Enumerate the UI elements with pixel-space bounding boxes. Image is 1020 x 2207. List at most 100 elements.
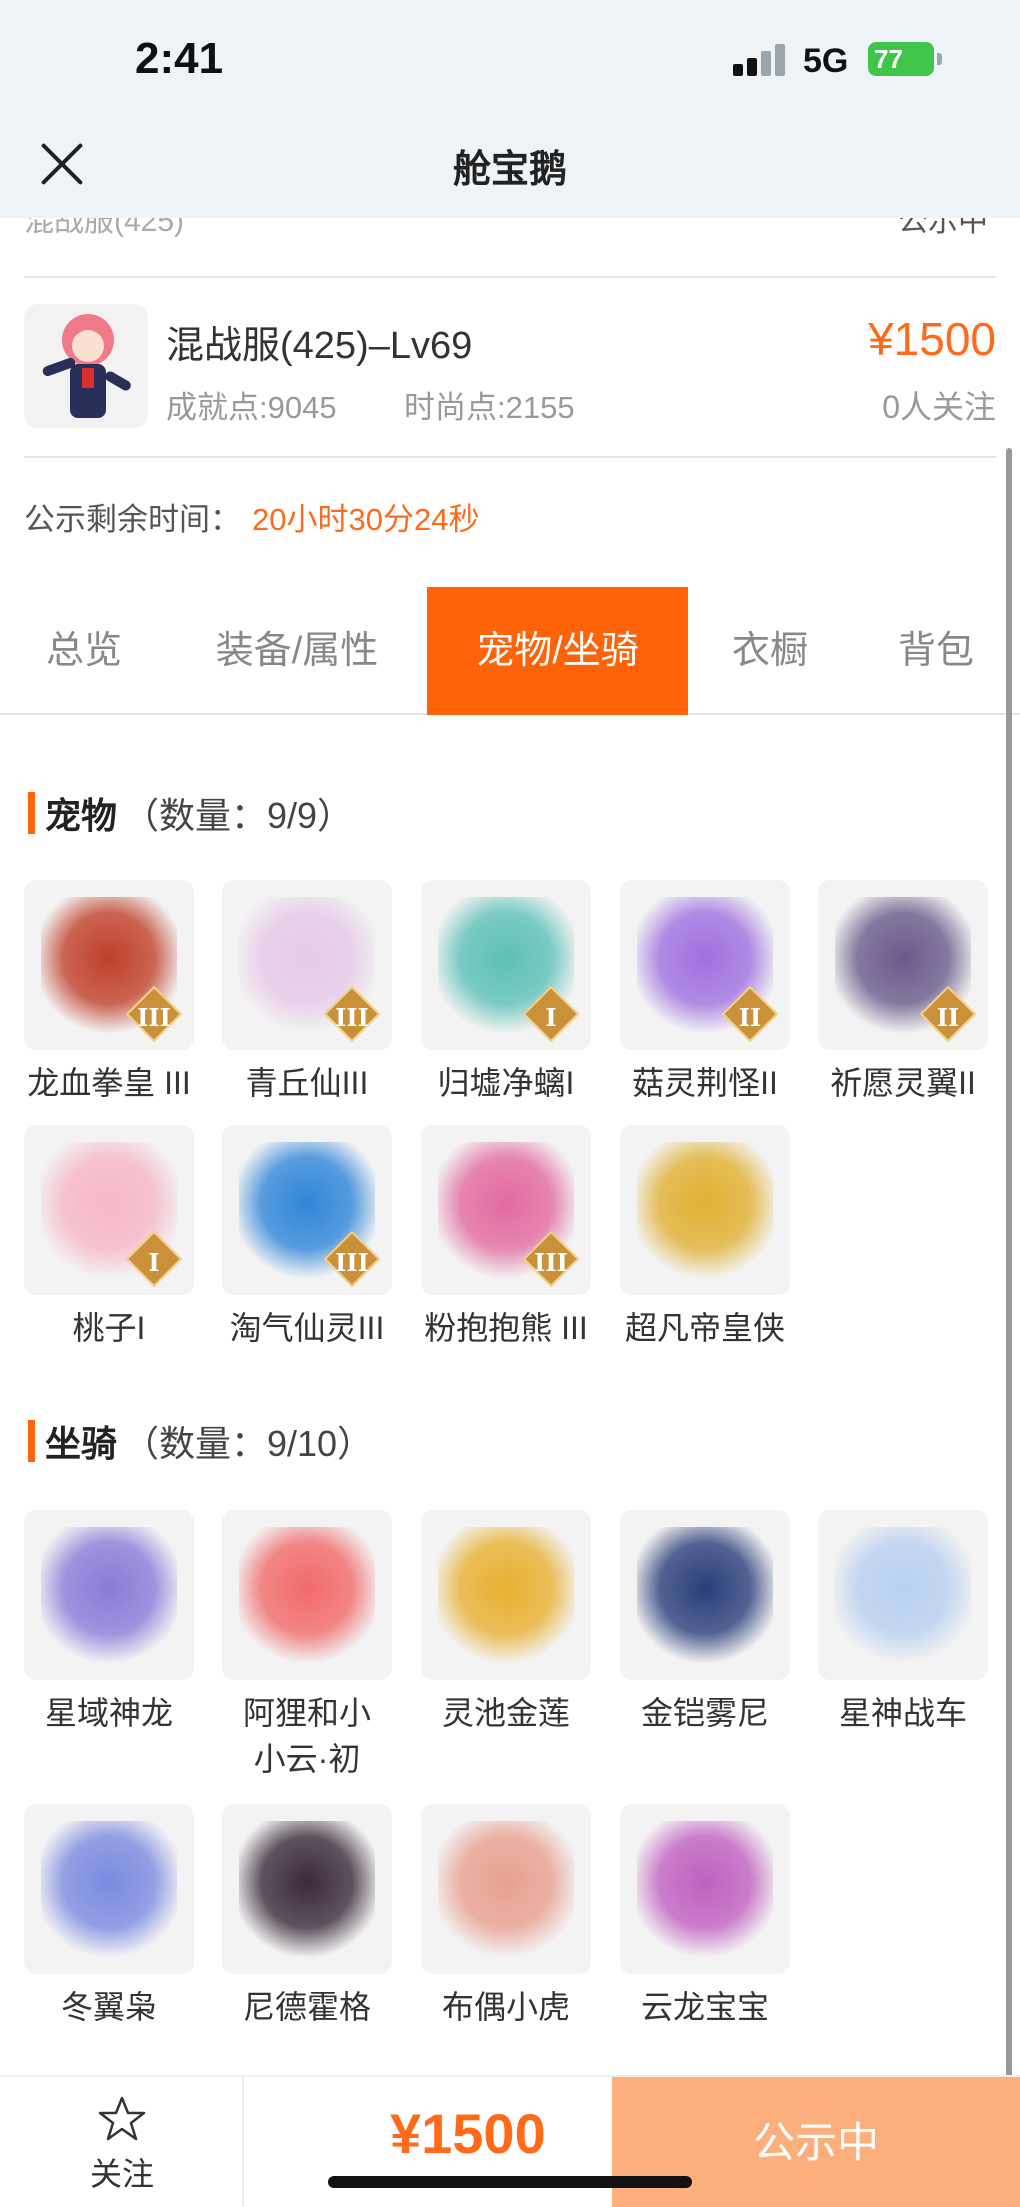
- pet-item[interactable]: II 祈愿灵翼II: [813, 880, 993, 1106]
- top-bar: 2:41 5G 77 舱宝鹅: [0, 0, 1020, 218]
- pet-name: 归墟净螭I: [437, 1065, 575, 1101]
- status-time: 2:41: [135, 34, 224, 83]
- mount-item[interactable]: 尼德霍格: [217, 1804, 397, 2030]
- mount-name: 云龙宝宝: [640, 1989, 769, 2025]
- battery-level: 77: [874, 44, 903, 74]
- tab-bar: 总览 装备/属性 宠物/坐骑 衣橱 背包: [0, 587, 1020, 715]
- mount-thumbnail: [222, 1510, 392, 1680]
- fashion-points: 时尚点:2155: [404, 390, 575, 425]
- pet-image: [637, 1142, 773, 1278]
- tab-overview[interactable]: 总览: [0, 587, 168, 715]
- mount-image: [239, 1821, 375, 1957]
- mount-image: [438, 1527, 574, 1663]
- page-title: 舱宝鹅: [452, 149, 567, 191]
- pet-thumbnail: I: [421, 880, 591, 1050]
- pet-thumbnail: III: [421, 1125, 591, 1295]
- role-name: 混战服(425)–Lv69: [166, 325, 473, 367]
- pet-thumbnail: III: [222, 1125, 392, 1295]
- divider: [24, 276, 996, 278]
- mount-name: 灵池金莲: [441, 1695, 570, 1731]
- bottom-price: ¥1500: [390, 2102, 546, 2165]
- home-indicator: [328, 2176, 692, 2188]
- mounts-count: （数量：9/10）: [123, 1423, 374, 1464]
- pet-item[interactable]: III 龙血拳皇 III: [19, 880, 199, 1106]
- mount-thumbnail: [620, 1510, 790, 1680]
- rank-badge-label: I: [545, 1003, 557, 1032]
- network-label: 5G: [803, 42, 849, 80]
- mount-item[interactable]: 冬翼枭: [19, 1804, 199, 2030]
- mount-item[interactable]: 阿狸和小小云·初: [217, 1510, 397, 1782]
- pet-thumbnail: II: [818, 880, 988, 1050]
- pet-item[interactable]: III 粉抱抱熊 III: [416, 1125, 596, 1351]
- mount-item[interactable]: 布偶小虎: [416, 1804, 596, 2030]
- follow-button[interactable]: 关注: [0, 2077, 244, 2207]
- mount-item[interactable]: 金铠雾尼: [615, 1510, 795, 1736]
- pet-name: 青丘仙III: [245, 1065, 369, 1101]
- mount-name: 尼德霍格: [242, 1989, 371, 2025]
- pet-item[interactable]: II 菇灵荆怪II: [615, 880, 795, 1106]
- pet-name: 桃子I: [72, 1310, 146, 1346]
- rank-badge-label: III: [137, 1003, 171, 1032]
- pet-name: 祈愿灵翼II: [830, 1065, 976, 1101]
- tab-wardrobe[interactable]: 衣橱: [688, 587, 852, 715]
- role-price: ¥1500: [868, 313, 996, 365]
- mounts-section-title: 坐骑 （数量：9/10）: [28, 1420, 373, 1464]
- pet-name: 龙血拳皇 III: [27, 1065, 191, 1101]
- mount-thumbnail: [620, 1804, 790, 1974]
- pet-item[interactable]: III 青丘仙III: [217, 880, 397, 1106]
- follower-count: 0人关注: [882, 389, 996, 425]
- pet-name: 粉抱抱熊 III: [424, 1310, 588, 1346]
- mount-image: [41, 1527, 177, 1663]
- pet-thumbnail: I: [24, 1125, 194, 1295]
- role-avatar: [24, 304, 148, 428]
- remaining-time-label: 公示剩余时间：: [24, 502, 241, 537]
- mount-image: [835, 1527, 971, 1663]
- mount-item[interactable]: 星域神龙: [19, 1510, 199, 1736]
- rank-badge-label: I: [148, 1248, 160, 1277]
- pet-item[interactable]: I 桃子I: [19, 1125, 199, 1351]
- section-marker: [28, 792, 35, 834]
- pets-section-title: 宠物 （数量：9/9）: [28, 792, 353, 836]
- mount-item[interactable]: 星神战车: [813, 1510, 993, 1736]
- rank-badge-label: II: [738, 1003, 762, 1032]
- remaining-time-value: 20小时30分24秒: [252, 502, 480, 537]
- tab-pets-mounts[interactable]: 宠物/坐骑: [427, 587, 688, 715]
- rank-badge-label: II: [936, 1003, 960, 1032]
- tab-backpack[interactable]: 背包: [852, 587, 1020, 715]
- pets-title: 宠物: [45, 795, 118, 836]
- mount-thumbnail: [421, 1510, 591, 1680]
- section-marker: [28, 1420, 35, 1462]
- mount-thumbnail: [818, 1510, 988, 1680]
- mount-thumbnail: [222, 1804, 392, 1974]
- tab-equipment[interactable]: 装备/属性: [168, 587, 426, 715]
- battery-icon: 77: [868, 42, 934, 76]
- mount-name: 星域神龙: [44, 1695, 173, 1731]
- scrollbar[interactable]: [1006, 448, 1012, 2088]
- pet-name: 菇灵荆怪II: [632, 1065, 778, 1101]
- pet-item[interactable]: 超凡帝皇侠: [615, 1125, 795, 1351]
- rank-badge-label: III: [335, 1248, 369, 1277]
- pet-thumbnail: II: [620, 880, 790, 1050]
- mount-image: [637, 1527, 773, 1663]
- mount-image: [41, 1821, 177, 1957]
- mount-name: 星神战车: [838, 1695, 967, 1731]
- mount-item[interactable]: 灵池金莲: [416, 1510, 596, 1736]
- pet-thumbnail: III: [24, 880, 194, 1050]
- star-icon: [98, 2096, 146, 2141]
- pet-name: 淘气仙灵III: [229, 1310, 385, 1346]
- mount-item[interactable]: 云龙宝宝: [615, 1804, 795, 2030]
- pet-item[interactable]: I 归墟净螭I: [416, 880, 596, 1106]
- mount-image: [438, 1821, 574, 1957]
- divider: [24, 456, 996, 458]
- pet-item[interactable]: III 淘气仙灵III: [217, 1125, 397, 1351]
- mount-name: 阿狸和小小云·初: [242, 1695, 371, 1777]
- mounts-title: 坐骑: [45, 1423, 118, 1464]
- battery-tip: [937, 53, 942, 65]
- signal-icon: [733, 44, 789, 76]
- mount-thumbnail: [421, 1804, 591, 1974]
- mount-image: [239, 1527, 375, 1663]
- mount-image: [637, 1821, 773, 1957]
- achievement-points: 成就点:9045: [166, 390, 337, 425]
- follow-label: 关注: [89, 2156, 154, 2192]
- pet-name: 超凡帝皇侠: [624, 1310, 785, 1346]
